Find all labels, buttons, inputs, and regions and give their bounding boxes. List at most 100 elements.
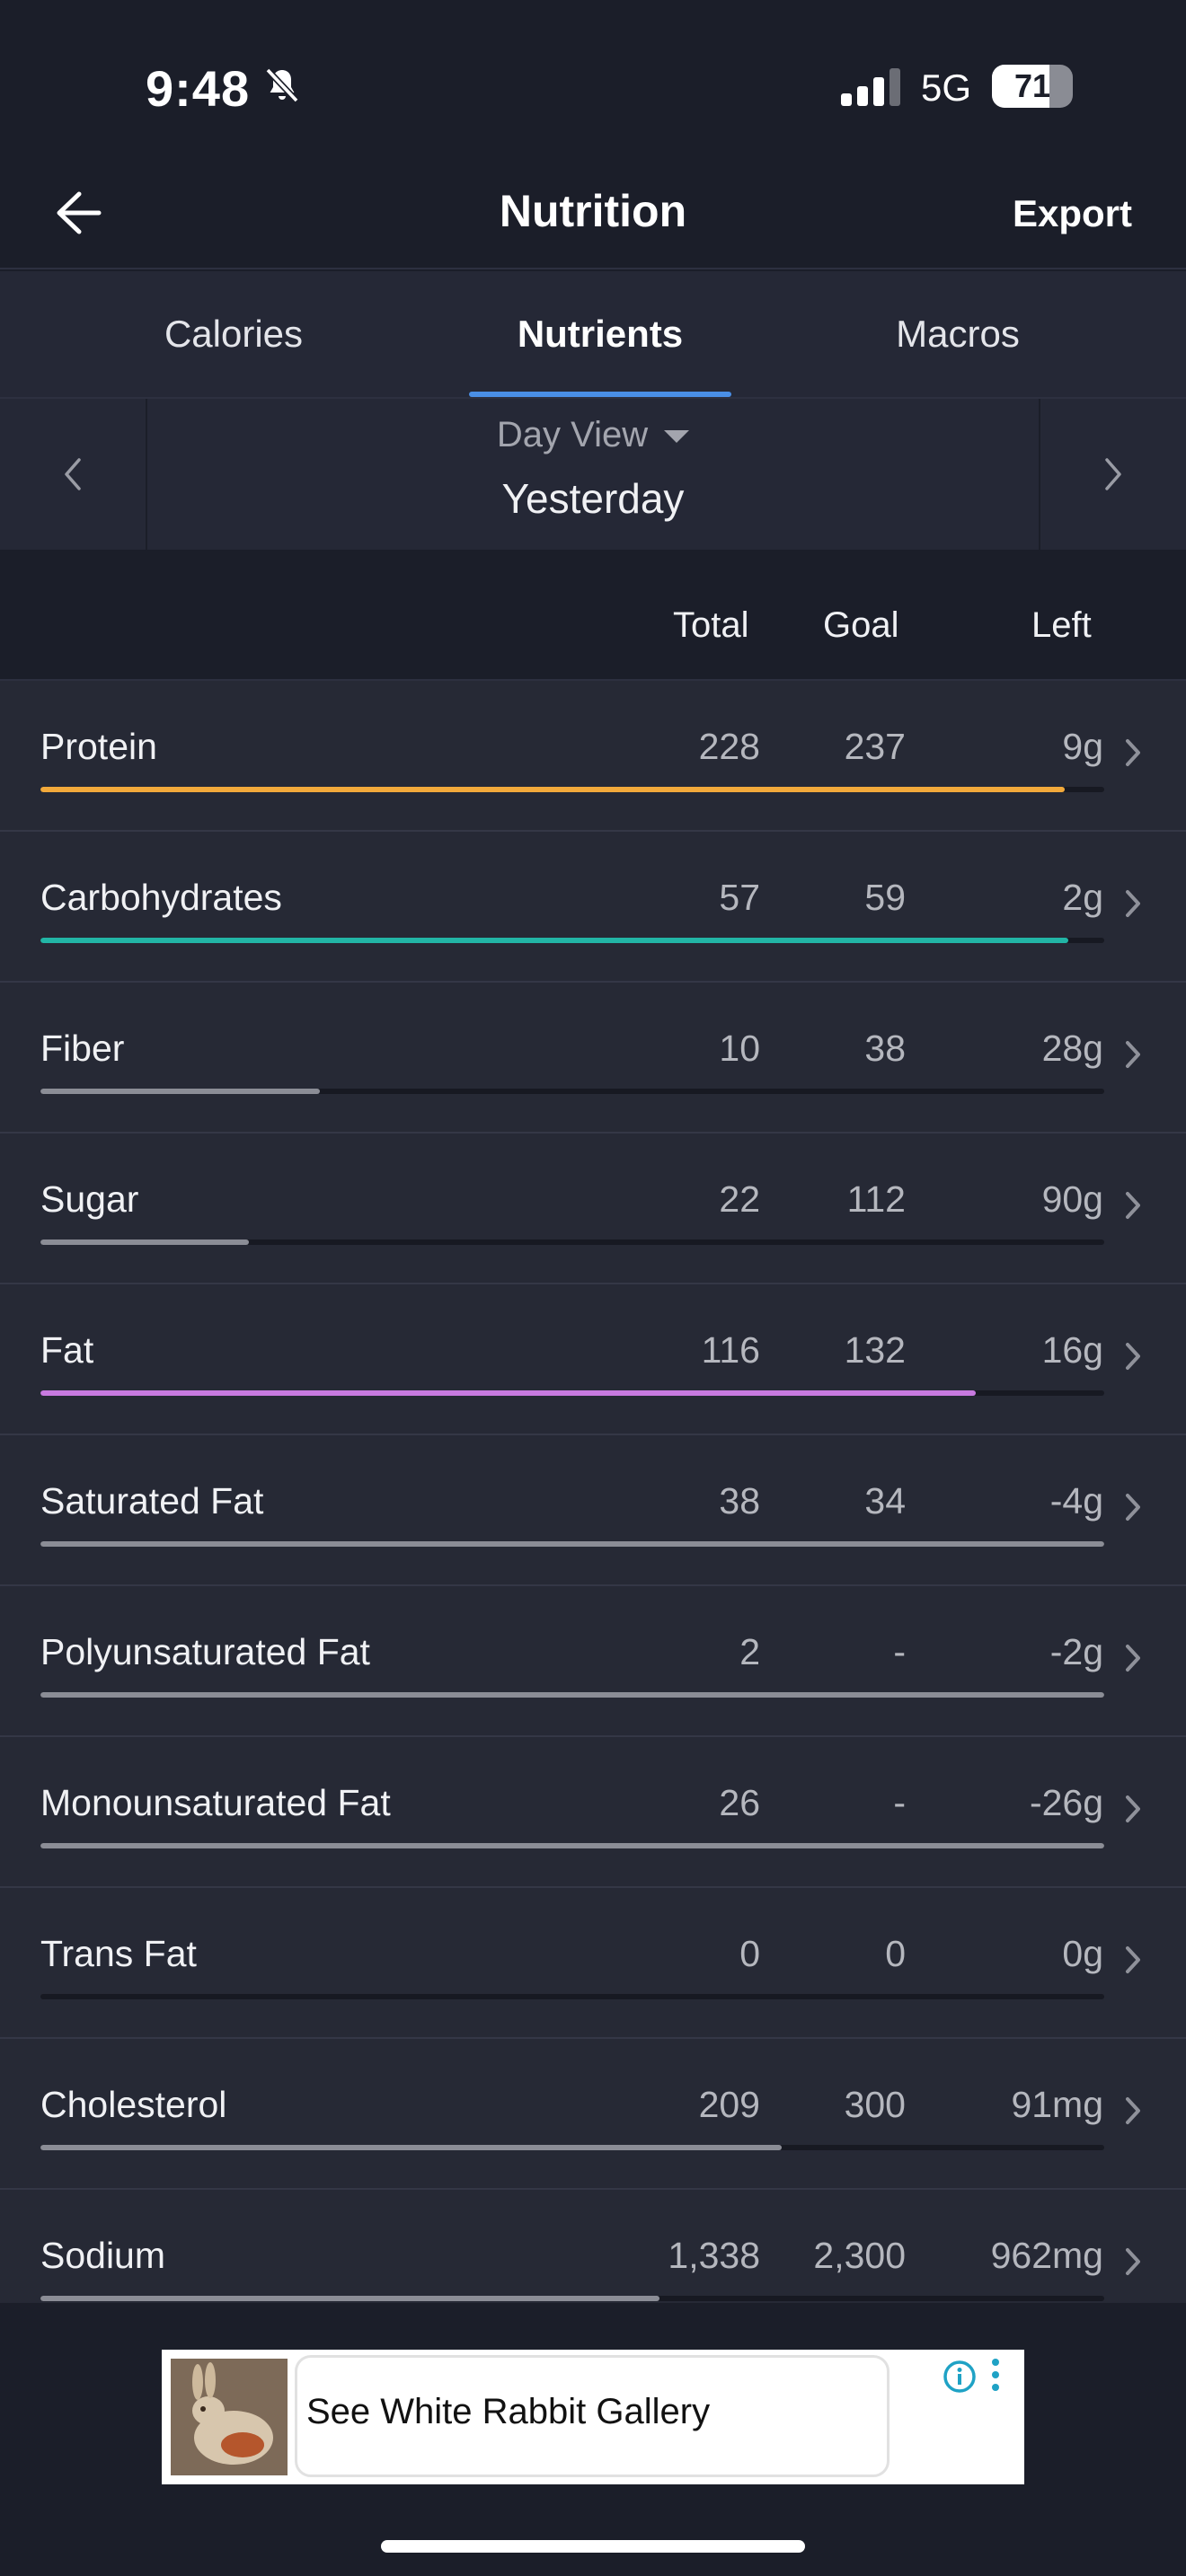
progress-fill bbox=[40, 1692, 1104, 1698]
nutrient-left: 16g bbox=[1041, 1329, 1103, 1371]
nutrient-name: Cholesterol bbox=[40, 2084, 227, 2125]
chevron-right-icon bbox=[1126, 1041, 1140, 1068]
nutrient-row[interactable]: Protein 228 237 9g bbox=[0, 681, 1186, 832]
battery-percent: 71 bbox=[1013, 67, 1051, 104]
chevron-right-icon bbox=[1126, 2248, 1140, 2275]
tab-macros[interactable]: Macros bbox=[778, 271, 1137, 397]
chevron-right-icon bbox=[1126, 2097, 1140, 2124]
view-selector-label: Day View bbox=[496, 415, 649, 454]
column-goal: Goal bbox=[823, 605, 899, 645]
nutrient-total: 26 bbox=[719, 1782, 760, 1823]
nutrient-left: -26g bbox=[1029, 1782, 1103, 1823]
nutrient-name: Sugar bbox=[40, 1178, 139, 1220]
nutrient-name: Trans Fat bbox=[40, 1933, 197, 1974]
nutrient-goal: 2,300 bbox=[813, 2235, 906, 2276]
nutrient-left: -4g bbox=[1049, 1480, 1103, 1522]
nutrient-total: 209 bbox=[698, 2084, 760, 2125]
progress-track bbox=[40, 1994, 1104, 1999]
nutrient-name: Sodium bbox=[40, 2235, 166, 2276]
ad-area: See White Rabbit Gallery bbox=[0, 2303, 1186, 2576]
ad-banner[interactable]: See White Rabbit Gallery bbox=[162, 2350, 1024, 2484]
column-left: Left bbox=[1031, 605, 1092, 645]
status-bar: 9:48 5G 71 bbox=[0, 0, 1186, 162]
nutrient-total: 2 bbox=[739, 1631, 760, 1672]
nutrient-goal: - bbox=[893, 1782, 906, 1823]
tab-nutrients[interactable]: Nutrients bbox=[420, 271, 780, 397]
date-navigator: Day View Yesterday bbox=[0, 399, 1186, 550]
navigation-bar: Nutrition Export bbox=[0, 162, 1186, 269]
nutrient-name: Fiber bbox=[40, 1028, 125, 1069]
nutrient-row[interactable]: Sodium 1,338 2,300 962mg bbox=[0, 2190, 1186, 2303]
chevron-right-icon bbox=[1126, 1946, 1140, 1973]
nutrient-list: Protein 228 237 9g Carbohydrates 57 59 2g Fiber 1… bbox=[0, 681, 1186, 2303]
nutrient-name: Protein bbox=[40, 726, 157, 767]
chevron-right-icon bbox=[1126, 739, 1140, 766]
view-selector[interactable]: Day View bbox=[0, 415, 1186, 455]
bell-slash-icon bbox=[265, 67, 299, 103]
battery-icon: 71 bbox=[992, 65, 1073, 108]
nutrient-row[interactable]: Sugar 22 112 90g bbox=[0, 1134, 1186, 1284]
nutrient-goal: 132 bbox=[844, 1329, 906, 1371]
progress-track bbox=[40, 1692, 1104, 1698]
nutrient-row[interactable]: Cholesterol 209 300 91mg bbox=[0, 2039, 1186, 2190]
nutrient-total: 228 bbox=[698, 726, 760, 767]
nutrient-goal: 59 bbox=[864, 877, 906, 918]
date-label: Yesterday bbox=[501, 475, 685, 522]
nutrient-total: 10 bbox=[719, 1028, 760, 1069]
back-arrow-icon[interactable] bbox=[45, 181, 108, 244]
ad-text: See White Rabbit Gallery bbox=[306, 2392, 711, 2431]
chevron-right-icon bbox=[1126, 1494, 1140, 1521]
nutrient-row[interactable]: Polyunsaturated Fat 2 - -2g bbox=[0, 1586, 1186, 1737]
progress-track bbox=[40, 2296, 1104, 2301]
chevron-right-icon bbox=[1126, 1645, 1140, 1672]
progress-fill bbox=[40, 938, 1068, 943]
status-time: 9:48 bbox=[146, 60, 251, 117]
progress-fill bbox=[40, 1089, 321, 1094]
nutrient-row[interactable]: Trans Fat 0 0 0g bbox=[0, 1888, 1186, 2039]
nutrient-total: 22 bbox=[719, 1178, 760, 1220]
tab-calories[interactable]: Calories bbox=[54, 271, 413, 397]
nutrient-left: 90g bbox=[1041, 1178, 1103, 1220]
network-type: 5G bbox=[921, 66, 972, 109]
nutrient-row[interactable]: Monounsaturated Fat 26 - -26g bbox=[0, 1737, 1186, 1888]
nutrient-left: 9g bbox=[1062, 726, 1103, 767]
nutrient-name: Carbohydrates bbox=[40, 877, 282, 918]
column-header: Total Goal Left bbox=[0, 550, 1186, 681]
page-title: Nutrition bbox=[499, 186, 687, 236]
nutrient-goal: 112 bbox=[846, 1178, 906, 1220]
nutrient-goal: 38 bbox=[864, 1028, 906, 1069]
progress-track bbox=[40, 2145, 1104, 2150]
nutrient-goal: - bbox=[893, 1631, 906, 1672]
nutrient-total: 1,338 bbox=[668, 2235, 760, 2276]
nutrient-left: 2g bbox=[1062, 877, 1103, 918]
chevron-right-icon bbox=[1126, 890, 1140, 917]
nutrient-left: -2g bbox=[1049, 1631, 1103, 1672]
next-day-button[interactable] bbox=[1039, 399, 1186, 550]
nutrient-row[interactable]: Carbohydrates 57 59 2g bbox=[0, 832, 1186, 983]
nutrient-total: 116 bbox=[701, 1329, 760, 1371]
nutrient-total: 0 bbox=[739, 1933, 760, 1974]
ad-text-box[interactable]: See White Rabbit Gallery bbox=[295, 2355, 890, 2477]
nutrient-left: 91mg bbox=[1011, 2084, 1103, 2125]
export-button[interactable]: Export bbox=[1013, 192, 1132, 235]
nutrient-goal: 300 bbox=[844, 2084, 906, 2125]
nutrient-row[interactable]: Fat 116 132 16g bbox=[0, 1284, 1186, 1435]
nutrient-goal: 0 bbox=[885, 1933, 906, 1974]
nutrient-row[interactable]: Saturated Fat 38 34 -4g bbox=[0, 1435, 1186, 1586]
chevron-right-icon bbox=[1126, 1795, 1140, 1822]
progress-fill bbox=[40, 2296, 660, 2301]
nutrient-total: 57 bbox=[719, 877, 760, 918]
progress-fill bbox=[40, 787, 1066, 792]
chevron-right-icon bbox=[1126, 1192, 1140, 1219]
tab-bar: Calories Nutrients Macros bbox=[0, 271, 1186, 399]
nutrient-name: Polyunsaturated Fat bbox=[40, 1631, 370, 1672]
nutrient-left: 962mg bbox=[990, 2235, 1103, 2276]
info-icon[interactable] bbox=[942, 2359, 978, 2395]
progress-track bbox=[40, 1843, 1104, 1848]
progress-fill bbox=[40, 1541, 1104, 1547]
nutrient-row[interactable]: Fiber 10 38 28g bbox=[0, 983, 1186, 1134]
active-tab-indicator bbox=[469, 392, 731, 397]
more-options-icon[interactable] bbox=[987, 2355, 1005, 2400]
chevron-right-icon bbox=[1126, 1343, 1140, 1370]
ad-image bbox=[171, 2359, 288, 2475]
